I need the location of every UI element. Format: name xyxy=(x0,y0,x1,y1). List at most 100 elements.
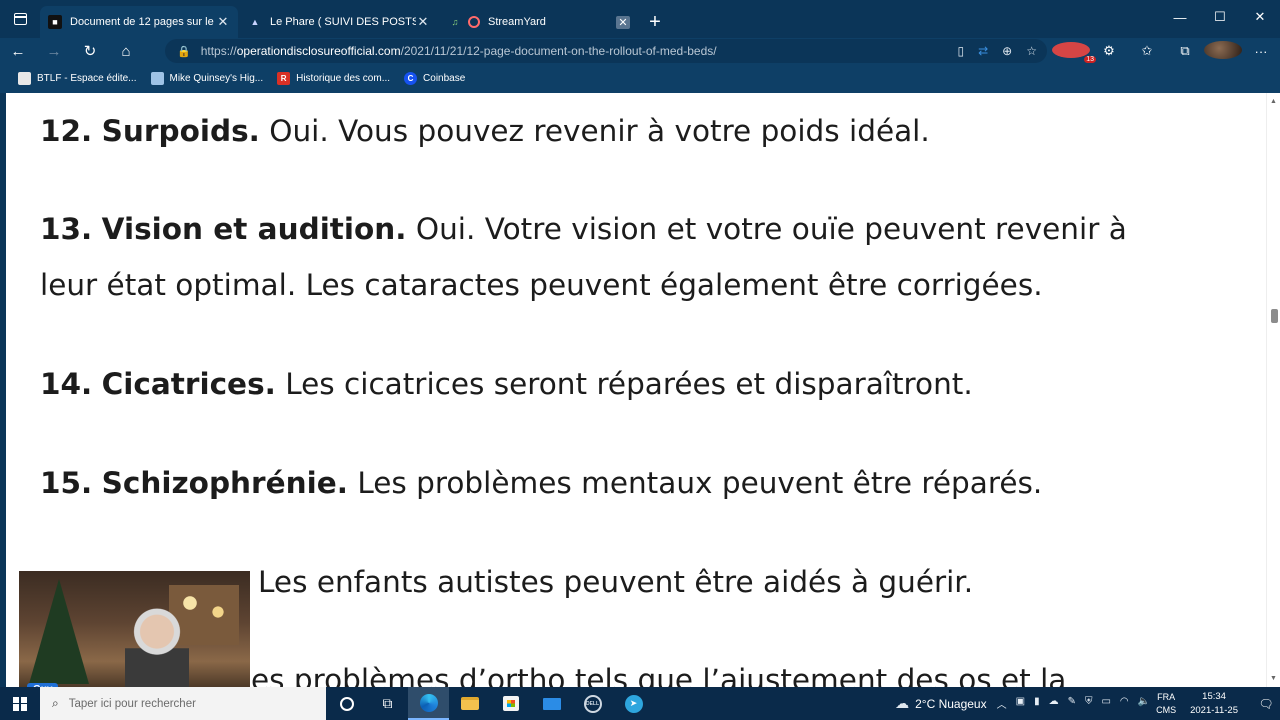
mail-icon xyxy=(542,697,561,710)
avatar xyxy=(1204,40,1242,59)
lock-icon: 🔒 xyxy=(177,45,191,58)
bookmark-label: Coinbase xyxy=(423,73,466,84)
r-icon: R xyxy=(277,72,291,85)
weather-text: 2°C Nuageux xyxy=(915,696,987,711)
close-tab-icon[interactable]: ✕ xyxy=(616,15,630,29)
store-button[interactable] xyxy=(490,687,531,720)
maximize-icon[interactable]: ☐ xyxy=(1200,0,1240,34)
folder-icon xyxy=(460,697,479,710)
tab-actions-icon xyxy=(13,13,27,25)
minimize-icon[interactable]: — xyxy=(1160,0,1200,34)
weather-widget[interactable]: ☁ 2°C Nuageux xyxy=(895,695,987,712)
page-icon xyxy=(18,72,31,85)
windows-logo-icon xyxy=(13,696,27,711)
windows-taskbar: ⌕ Taper ici pour rechercher ⧉ DELL ➤ ☁ 2… xyxy=(0,687,1280,720)
tab-title: StreamYard xyxy=(488,16,546,28)
item-16: Les enfants autistes peuvent être aidés … xyxy=(258,565,974,599)
cloud-icon: ☁ xyxy=(895,695,910,711)
input-language[interactable]: FRA CMS xyxy=(1156,691,1176,717)
usb-icon[interactable]: ▮ xyxy=(1034,696,1040,711)
extensions-icon[interactable]: ⚙ xyxy=(1090,43,1128,59)
christmas-tree xyxy=(29,579,89,684)
tray-icons: ︿ ▣ ▮ ☁ ✎ ⛨ ▭ ◠ 🔈 xyxy=(997,696,1151,711)
back-icon[interactable]: ← xyxy=(0,38,36,64)
forward-icon[interactable]: → xyxy=(36,38,72,64)
coinbase-icon: C xyxy=(404,72,418,85)
file-explorer-button[interactable] xyxy=(449,687,490,720)
search-placeholder: Taper ici pour rechercher xyxy=(68,697,196,710)
item-13: 13. Vision et audition. Oui. Votre visio… xyxy=(40,212,1127,302)
dell-icon: DELL xyxy=(583,694,602,713)
image-icon xyxy=(150,72,164,85)
lighthouse-favicon-icon: ▲ xyxy=(250,17,260,27)
zoom-icon[interactable]: ⊕ xyxy=(1002,44,1012,58)
search-icon: ⌕ xyxy=(52,696,59,710)
security-icon[interactable]: ⛨ xyxy=(1085,696,1093,711)
language-code: FRA xyxy=(1157,691,1176,702)
tab-strip: ■ Document de 12 pages sur le dé ✕ ▲ Le … xyxy=(0,0,1280,38)
dell-button[interactable]: DELL xyxy=(572,687,613,720)
close-window-icon[interactable]: ✕ xyxy=(1240,0,1280,34)
address-bar[interactable]: 🔒 https://operationdisclosureofficial.co… xyxy=(165,39,1047,63)
bookmarks-bar: BTLF - Espace édite... Mike Quinsey's Hi… xyxy=(0,64,1280,93)
start-button[interactable] xyxy=(0,687,40,720)
item-12: 12. Surpoids. Oui. Vous pouvez revenir à… xyxy=(40,114,930,148)
edge-icon xyxy=(419,693,438,712)
favorites-icon[interactable]: ✩ xyxy=(1128,43,1166,59)
battery-icon[interactable]: ▭ xyxy=(1101,696,1110,711)
bookmark-label: Historique des com... xyxy=(296,73,391,84)
notification-center-icon[interactable]: 🗨 xyxy=(1252,697,1280,711)
cloud-sync-icon[interactable]: ☁ xyxy=(1049,696,1059,711)
taskbar-search[interactable]: ⌕ Taper ici pour rechercher xyxy=(40,687,326,720)
screen: ■ Document de 12 pages sur le dé ✕ ▲ Le … xyxy=(0,0,1280,720)
mail-button[interactable] xyxy=(531,687,572,720)
edge-button[interactable] xyxy=(408,687,449,720)
page-scrollbar[interactable]: ▲ ▼ xyxy=(1266,93,1280,687)
clock-time: 15:34 xyxy=(1202,690,1226,702)
scroll-down-icon[interactable]: ▼ xyxy=(1270,675,1277,682)
tab-actions-menu[interactable] xyxy=(0,0,40,38)
taskbar-clock[interactable]: 15:34 2021-11-25 xyxy=(1190,690,1238,718)
task-view-button[interactable]: ⧉ xyxy=(367,687,408,720)
favorite-star-icon[interactable]: ☆ xyxy=(1026,44,1037,58)
cortana-icon xyxy=(339,696,354,711)
clock-date: 2021-11-25 xyxy=(1190,704,1238,716)
scroll-up-icon[interactable]: ▲ xyxy=(1270,98,1277,105)
task-view-icon: ⧉ xyxy=(382,695,393,711)
presenter xyxy=(125,605,189,700)
collections-icon[interactable]: ⧉ xyxy=(1166,43,1204,59)
new-tab-button[interactable]: + xyxy=(640,6,670,38)
pen-icon[interactable]: ✎ xyxy=(1068,696,1076,711)
telegram-icon: ➤ xyxy=(624,694,643,713)
tray-app-icon[interactable]: ▣ xyxy=(1016,696,1025,711)
show-hidden-icons-icon[interactable]: ︿ xyxy=(997,696,1007,711)
tab-document[interactable]: ■ Document de 12 pages sur le dé ✕ xyxy=(40,6,238,38)
window-controls: — ☐ ✕ xyxy=(1160,0,1280,34)
bookmark-historique[interactable]: R Historique des com... xyxy=(277,72,390,85)
close-tab-icon[interactable]: ✕ xyxy=(416,14,430,30)
reading-view-icon[interactable]: ▯ xyxy=(958,44,965,58)
toolbar-right: 13 ⚙ ✩ ⧉ ··· xyxy=(1052,38,1280,64)
bookmark-btlf[interactable]: BTLF - Espace édite... xyxy=(18,72,137,85)
tab-streamyard[interactable]: ♫ StreamYard ✕ xyxy=(440,6,638,38)
streamyard-favicon-icon xyxy=(468,16,480,28)
bookmark-mike-quinsey[interactable]: Mike Quinsey's Hig... xyxy=(150,72,263,85)
refresh-icon[interactable]: ↻ xyxy=(72,38,108,64)
scrollbar-thumb[interactable] xyxy=(1271,309,1278,323)
home-icon[interactable]: ⌂ xyxy=(108,38,144,64)
volume-icon[interactable]: 🔈 xyxy=(1138,696,1150,711)
profile-button[interactable] xyxy=(1204,40,1242,62)
close-tab-icon[interactable]: ✕ xyxy=(216,14,230,30)
system-tray: ☁ 2°C Nuageux ︿ ▣ ▮ ☁ ✎ ⛨ ▭ ◠ 🔈 FRA CMS … xyxy=(895,687,1280,720)
extension-badge: 13 xyxy=(1084,55,1096,63)
item-17: es problèmes d’ortho tels que l’ajusteme… xyxy=(251,663,1067,687)
bookmark-coinbase[interactable]: C Coinbase xyxy=(404,72,465,85)
translate-icon[interactable]: ⇄ xyxy=(978,44,988,58)
cortana-button[interactable] xyxy=(326,687,367,720)
wifi-icon[interactable]: ◠ xyxy=(1120,696,1129,711)
telegram-button[interactable]: ➤ xyxy=(613,687,654,720)
more-options-icon[interactable]: ··· xyxy=(1242,44,1280,59)
tab-le-phare[interactable]: ▲ Le Phare ( SUIVI DES POSTS DE F ✕ xyxy=(240,6,438,38)
item-14: 14. Cicatrices. Les cicatrices seront ré… xyxy=(40,367,973,401)
extension-button[interactable]: 13 xyxy=(1052,41,1096,63)
